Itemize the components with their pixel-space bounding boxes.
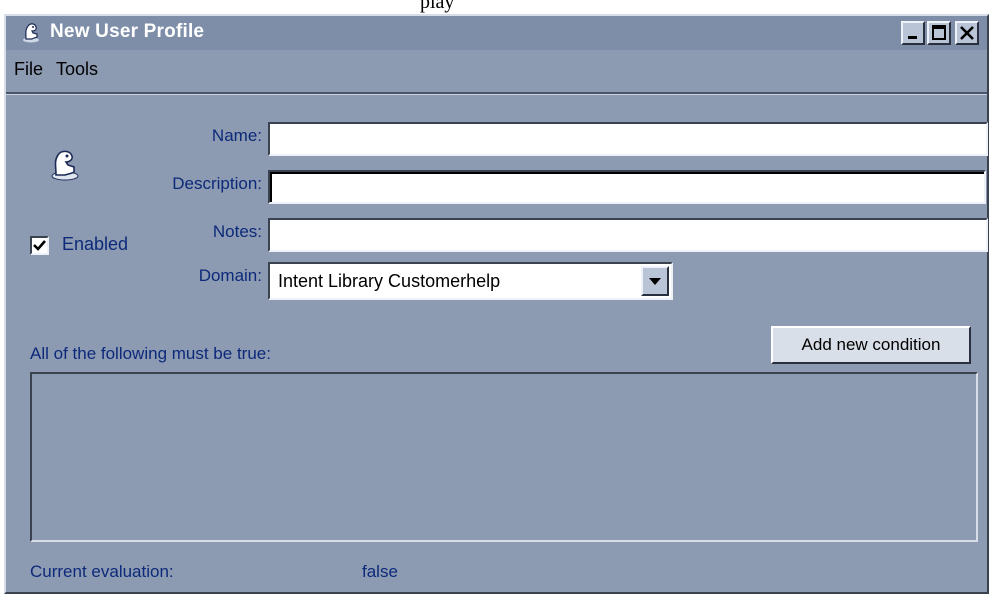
add-new-condition-button[interactable]: Add new condition [771,326,971,364]
maximize-button[interactable] [927,21,951,45]
current-evaluation-value: false [362,562,398,581]
name-field[interactable] [268,122,988,156]
name-label: Name: [211,126,262,145]
notes-label: Notes: [212,222,262,241]
enabled-label[interactable]: Enabled [62,234,128,255]
domain-dropdown-button[interactable] [641,266,669,296]
close-button[interactable] [955,21,979,45]
title-bar[interactable]: New User Profile [6,16,987,50]
domain-label: Domain: [198,266,262,285]
current-evaluation-label: Current evaluation: [30,562,174,581]
description-field[interactable] [268,170,986,204]
new-user-profile-window: New User Profile File Tools Name: Descri… [4,14,989,594]
user-profile-icon [20,21,42,43]
user-profile-icon [46,146,82,182]
domain-select[interactable]: Intent Library Customerhelp [268,262,673,300]
chevron-down-icon [649,278,661,285]
close-icon [960,26,974,40]
minimize-button[interactable] [901,21,925,45]
enabled-checkbox[interactable] [30,236,49,255]
maximize-icon [932,25,946,40]
description-label: Description: [172,174,262,193]
checkmark-icon [33,240,46,251]
menu-tools[interactable]: Tools [56,59,98,80]
background-document-text: play [420,0,455,13]
menu-file[interactable]: File [14,59,43,80]
conditions-panel[interactable] [30,372,978,542]
notes-field[interactable] [268,218,988,252]
conditions-header: All of the following must be true: [30,344,271,363]
domain-selected-value: Intent Library Customerhelp [278,271,501,291]
menu-bar: File Tools [6,50,987,94]
minimize-icon [908,36,917,39]
window-title: New User Profile [50,21,205,42]
